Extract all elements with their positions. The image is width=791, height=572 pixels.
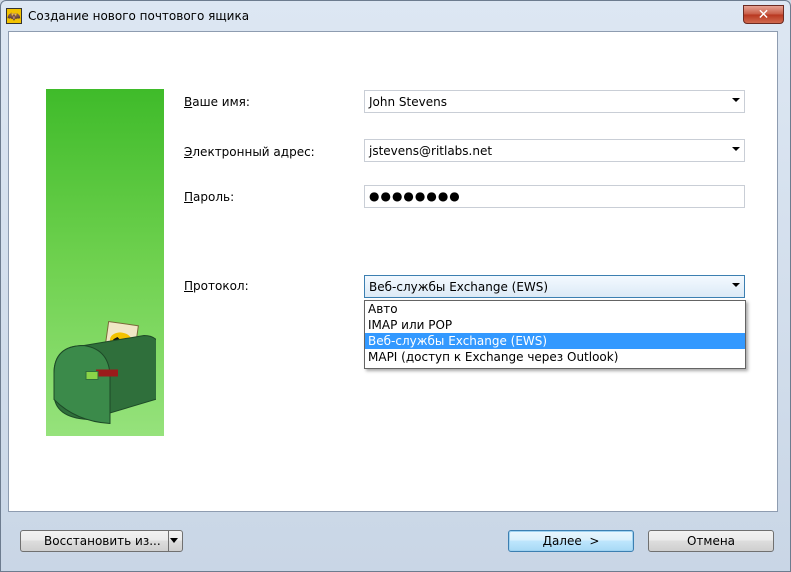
email-label: Электронный адрес: <box>184 145 315 159</box>
mailbox-illustration-icon <box>53 321 156 425</box>
protocol-option-auto[interactable]: Авто <box>365 301 745 317</box>
dialog-window: 🦇 Создание нового почтового ящика ✕ Ваше… <box>0 0 791 572</box>
email-combobox[interactable]: jstevens@ritlabs.net <box>364 139 745 162</box>
next-button[interactable]: Далее > <box>508 530 634 552</box>
protocol-option-ews[interactable]: Веб-службы Exchange (EWS) <box>365 333 745 349</box>
chevron-down-icon[interactable] <box>732 147 740 151</box>
protocol-label: Протокол: <box>184 279 249 293</box>
email-value: jstevens@ritlabs.net <box>369 144 493 158</box>
chevron-down-icon[interactable] <box>170 538 178 543</box>
name-combobox[interactable]: John Stevens <box>364 90 745 113</box>
chevron-down-icon[interactable] <box>732 283 740 287</box>
close-button[interactable]: ✕ <box>743 5 784 24</box>
bat-app-icon: 🦇 <box>6 8 22 24</box>
protocol-option-imap-pop[interactable]: IMAP или POP <box>365 317 745 333</box>
chevron-down-icon[interactable] <box>732 98 740 102</box>
restore-label: Восстановить из... <box>44 534 161 548</box>
password-field[interactable]: ●●●●●●●● <box>364 185 745 208</box>
protocol-select[interactable]: Веб-службы Exchange (EWS) <box>364 275 745 298</box>
cancel-button[interactable]: Отмена <box>648 530 774 552</box>
password-label: Пароль: <box>184 190 235 204</box>
dialog-content: Ваше имя: John Stevens Электронный адрес… <box>8 31 778 512</box>
protocol-dropdown-list: Авто IMAP или POP Веб-службы Exchange (E… <box>364 300 746 369</box>
window-title: Создание нового почтового ящика <box>28 9 250 23</box>
name-value: John Stevens <box>369 95 447 109</box>
password-value: ●●●●●●●● <box>369 189 461 203</box>
protocol-option-mapi[interactable]: MAPI (доступ к Exchange через Outlook) <box>365 349 745 365</box>
close-icon: ✕ <box>757 6 770 23</box>
split-divider <box>168 530 169 552</box>
sidebar-banner-image <box>46 89 164 436</box>
title-bar: 🦇 Создание нового почтового ящика ✕ <box>1 1 790 31</box>
name-label: Ваше имя: <box>184 95 250 109</box>
protocol-value: Веб-службы Exchange (EWS) <box>369 280 549 294</box>
restore-from-button[interactable]: Восстановить из... <box>20 530 183 552</box>
